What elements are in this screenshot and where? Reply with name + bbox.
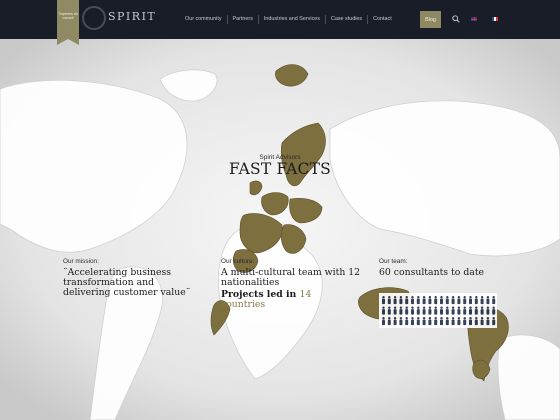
people-icon xyxy=(387,296,391,305)
people-icon xyxy=(411,296,414,305)
page-title: FAST FACTS xyxy=(229,160,331,178)
award-text: Trophées du conseil xyxy=(58,12,78,20)
people-icon xyxy=(387,306,391,315)
fr-flag-icon[interactable] xyxy=(492,17,498,21)
people-icon xyxy=(480,306,484,315)
team-label: Our team: xyxy=(379,258,408,265)
nav-item-contact[interactable]: Contact xyxy=(368,15,397,24)
people-icon xyxy=(486,296,490,305)
people-icon xyxy=(405,306,409,315)
people-icon xyxy=(434,317,438,326)
people-icon xyxy=(457,296,461,305)
people-icon xyxy=(492,317,496,326)
people-icon xyxy=(486,317,490,326)
people-icon-grid xyxy=(379,293,497,328)
people-icon xyxy=(393,306,397,315)
projects-text: Projects led in 14 countries xyxy=(221,290,371,310)
people-icon xyxy=(422,296,426,305)
nav-item-case-studies[interactable]: Case studies xyxy=(326,15,369,24)
people-icon xyxy=(382,296,385,305)
people-icon xyxy=(399,306,403,315)
people-icon xyxy=(416,296,420,305)
people-icon xyxy=(469,317,472,326)
people-icon xyxy=(469,296,472,305)
mission-text: ¨Accelerating business transformation an… xyxy=(63,267,191,299)
site-header: Trophées du conseil SPIRIT Our community… xyxy=(0,0,560,45)
people-icon xyxy=(469,306,472,315)
people-icon xyxy=(428,296,432,305)
people-icon xyxy=(434,306,438,315)
people-icon xyxy=(445,306,449,315)
culture-column: Our culture: A multi-cultural team with … xyxy=(221,258,371,310)
uk-flag-icon[interactable] xyxy=(471,17,477,21)
people-icon xyxy=(428,306,432,315)
people-icon xyxy=(416,317,420,326)
people-icon xyxy=(463,306,467,315)
mission-column: Our mission: ¨Accelerating business tran… xyxy=(63,258,203,299)
people-icon xyxy=(422,317,426,326)
nav-item-partners[interactable]: Partners xyxy=(228,15,259,24)
blog-button[interactable]: Blog xyxy=(420,11,441,28)
search-icon[interactable] xyxy=(452,15,460,23)
award-ribbon[interactable]: Trophées du conseil xyxy=(57,0,79,45)
team-column: Our team: 60 consultants to date xyxy=(379,258,529,278)
nav-item-our-community[interactable]: Our community xyxy=(180,15,228,24)
people-icon xyxy=(492,296,496,305)
people-icon xyxy=(399,317,403,326)
people-icon xyxy=(440,306,443,315)
logo-ring-icon xyxy=(82,6,106,30)
people-icon xyxy=(445,296,449,305)
people-icon xyxy=(457,306,461,315)
people-icon xyxy=(382,317,385,326)
people-icon xyxy=(457,317,461,326)
people-icon xyxy=(405,317,409,326)
nav-item-industries-services[interactable]: Industries and Services xyxy=(259,15,326,24)
people-icon xyxy=(445,317,449,326)
projects-suffix: countries xyxy=(221,299,266,311)
people-icon xyxy=(393,296,397,305)
world-map xyxy=(0,39,560,420)
people-icon xyxy=(451,296,455,305)
people-icon xyxy=(382,306,385,315)
people-icon xyxy=(428,317,432,326)
people-icon xyxy=(451,306,455,315)
people-icon xyxy=(451,317,455,326)
people-icon xyxy=(422,306,426,315)
people-icon xyxy=(492,306,496,315)
people-icon xyxy=(474,296,478,305)
people-icon xyxy=(440,317,443,326)
people-icon xyxy=(387,317,391,326)
projects-count: 14 xyxy=(299,289,312,301)
people-icon xyxy=(474,317,478,326)
mission-label: Our mission: xyxy=(63,258,99,265)
culture-text: A multi-cultural team with 12 nationalit… xyxy=(221,267,361,289)
people-icon xyxy=(411,317,414,326)
people-icon xyxy=(480,317,484,326)
people-icon xyxy=(474,306,478,315)
team-text: 60 consultants to date xyxy=(379,267,485,278)
site-logo[interactable]: SPIRIT xyxy=(82,6,155,32)
people-icon xyxy=(434,296,438,305)
people-icon xyxy=(411,306,414,315)
people-icon xyxy=(463,296,467,305)
people-icon xyxy=(486,306,490,315)
people-icon xyxy=(399,296,403,305)
main-nav: Our community Partners Industries and Se… xyxy=(180,11,397,28)
people-icon xyxy=(440,296,443,305)
people-icon xyxy=(393,317,397,326)
people-icon xyxy=(405,296,409,305)
culture-label: Our culture: xyxy=(221,258,255,265)
people-icon xyxy=(463,317,467,326)
people-icon xyxy=(480,296,484,305)
logo-wordmark: SPIRIT xyxy=(108,10,157,23)
people-icon xyxy=(416,306,420,315)
